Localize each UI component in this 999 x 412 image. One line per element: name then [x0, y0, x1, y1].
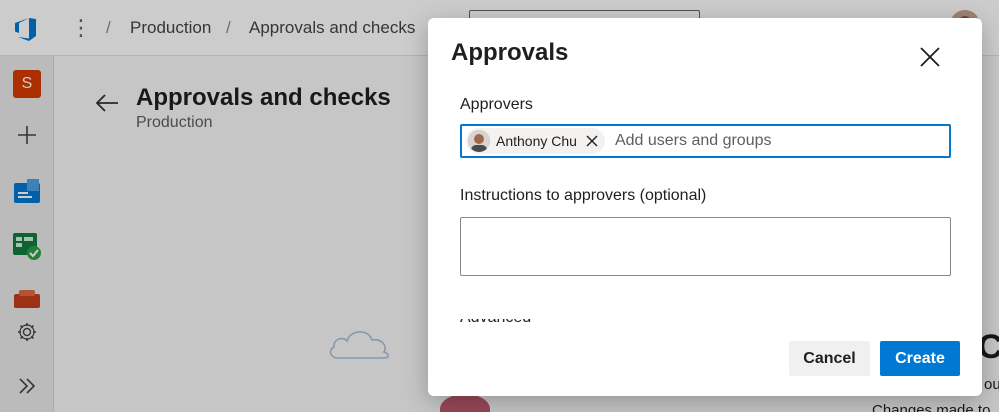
dialog-title: Approvals	[451, 39, 569, 66]
approvers-label: Approvers	[460, 96, 533, 113]
create-button[interactable]: Create	[880, 341, 960, 376]
approvers-search-input[interactable]	[614, 132, 915, 150]
approver-chip[interactable]: Anthony Chu	[466, 128, 605, 154]
approver-avatar	[468, 130, 490, 152]
advanced-label-partial: Advanced	[460, 319, 550, 327]
approvers-picker[interactable]: Anthony Chu	[460, 124, 951, 158]
close-icon[interactable]	[919, 46, 941, 68]
instructions-textarea[interactable]	[460, 217, 951, 276]
cancel-button[interactable]: Cancel	[789, 341, 870, 376]
instructions-label: Instructions to approvers (optional)	[460, 187, 707, 204]
approvals-dialog: Approvals Approvers Anthony Chu Instruct…	[428, 18, 982, 396]
remove-approver-icon[interactable]	[585, 134, 599, 148]
approver-name: Anthony Chu	[496, 133, 577, 149]
